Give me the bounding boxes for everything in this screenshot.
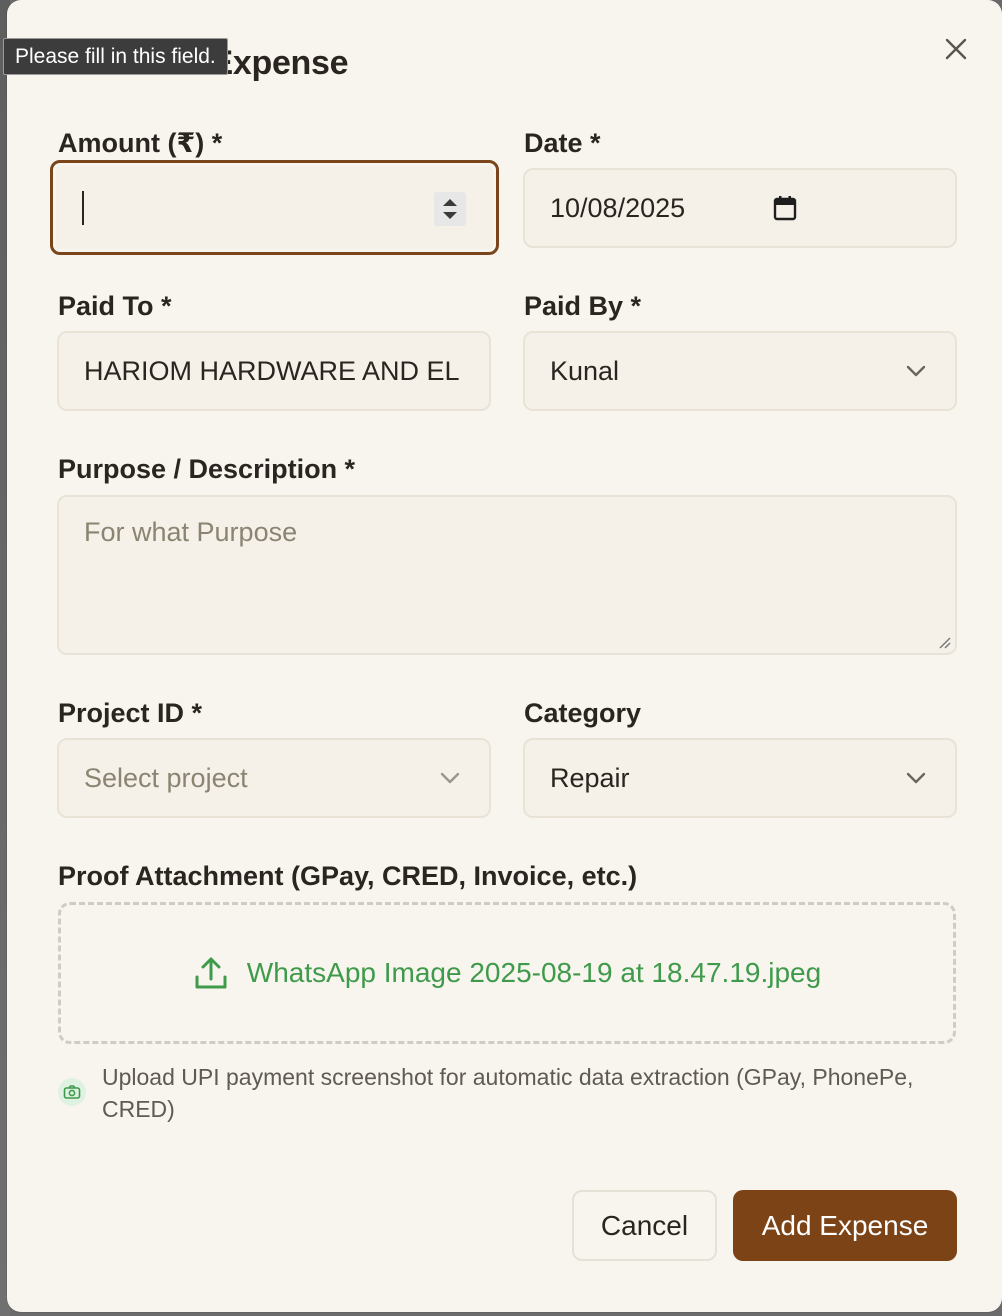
upload-hint: Upload UPI payment screenshot for automa… <box>102 1064 914 1122</box>
project-label: Project ID * <box>58 698 203 728</box>
category-label: Category <box>524 698 642 728</box>
paid-by-label: Paid By * <box>524 291 642 321</box>
category-select[interactable]: Repair <box>523 738 957 818</box>
amount-label: Amount (₹) * <box>58 128 223 158</box>
paid-by-value: Kunal <box>550 355 620 386</box>
paid-to-value: HARIOM HARDWARE AND EL <box>84 355 460 386</box>
date-input[interactable]: 10/08/2025 <box>523 168 957 248</box>
chevron-down-icon <box>906 772 926 784</box>
attachment-filename: WhatsApp Image 2025-08-19 at 18.47.19.jp… <box>246 957 822 988</box>
camera-icon <box>58 1078 86 1106</box>
calendar-icon[interactable] <box>773 195 797 221</box>
purpose-label: Purpose / Description * <box>58 454 356 484</box>
chevron-down-icon <box>443 212 457 219</box>
chevron-down-icon <box>440 772 460 784</box>
date-value: 10/08/2025 <box>550 192 686 223</box>
chevron-up-icon <box>443 199 457 206</box>
add-expense-dialog: Add New Expense Amount (₹) * Date * 10/0… <box>7 0 1002 1312</box>
paid-by-select[interactable]: Kunal <box>523 331 957 411</box>
project-select[interactable]: Select project <box>57 738 491 818</box>
close-button[interactable] <box>941 34 971 64</box>
file-dropzone[interactable]: WhatsApp Image 2025-08-19 at 18.47.19.jp… <box>58 902 956 1044</box>
add-expense-button[interactable]: Add Expense <box>733 1190 957 1261</box>
upload-icon <box>195 957 227 989</box>
paid-to-input[interactable]: HARIOM HARDWARE AND EL <box>57 331 491 411</box>
paid-to-label: Paid To * <box>58 291 172 321</box>
close-icon <box>945 38 967 60</box>
validation-tooltip: Please fill in this field. <box>3 38 228 75</box>
purpose-placeholder: For what Purpose <box>84 517 298 547</box>
purpose-textarea[interactable]: For what Purpose <box>57 495 957 655</box>
category-value: Repair <box>550 762 630 793</box>
attachment-label: Proof Attachment (GPay, CRED, Invoice, e… <box>58 861 638 891</box>
number-spinner[interactable] <box>434 192 466 226</box>
date-label: Date * <box>524 128 601 158</box>
cancel-button[interactable]: Cancel <box>572 1190 717 1261</box>
amount-input[interactable] <box>50 160 499 255</box>
text-caret <box>82 191 84 225</box>
project-placeholder: Select project <box>84 762 248 793</box>
resize-handle-icon[interactable] <box>937 635 951 649</box>
chevron-down-icon <box>906 365 926 377</box>
